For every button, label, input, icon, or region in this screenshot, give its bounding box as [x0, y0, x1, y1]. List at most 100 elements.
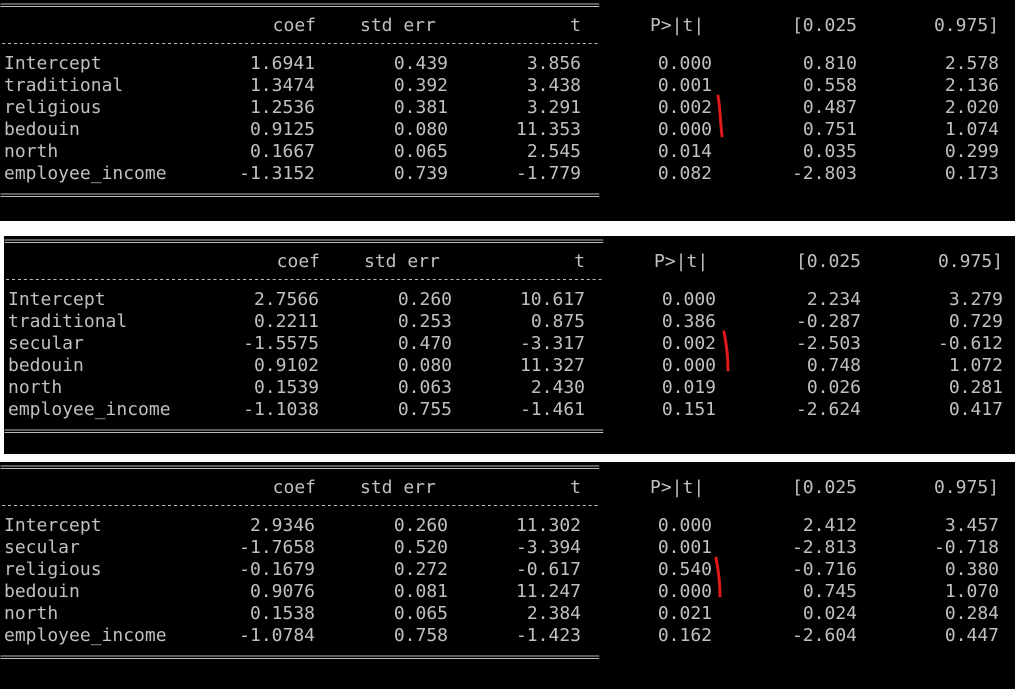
ci-low-value: 0.748 — [806, 355, 861, 376]
row-label: religious — [4, 559, 102, 580]
std-err-value: 0.065 — [393, 141, 448, 162]
p-value: 0.002 — [657, 97, 712, 118]
t-value: 11.247 — [515, 581, 581, 602]
ci-high-value: 2.020 — [944, 97, 999, 118]
table-row: bedouin 0.9125 0.080 11.353 0.000 0.751 1.074 — [0, 119, 1015, 141]
ci-high-value: 1.070 — [944, 581, 999, 602]
t-value: 2.545 — [526, 141, 581, 162]
p-value: 0.021 — [657, 603, 712, 624]
row-label: bedouin — [8, 355, 84, 376]
ci-high-value: 0.281 — [948, 377, 1003, 398]
coef-value: 1.3474 — [249, 75, 315, 96]
header-std-err: std err — [360, 15, 436, 36]
ci-low-value: 0.487 — [802, 97, 857, 118]
t-value: 3.438 — [526, 75, 581, 96]
header-coef: coef — [276, 251, 320, 272]
ci-low-value: -2.813 — [791, 537, 857, 558]
p-value: 0.000 — [657, 119, 712, 140]
std-err-value: 0.065 — [393, 603, 448, 624]
terminal-output-2: ========================================… — [4, 236, 1015, 437]
row-label: north — [4, 141, 59, 162]
ci-high-value: 0.447 — [944, 625, 999, 646]
header-t: t — [570, 15, 581, 36]
ci-low-value: 0.035 — [802, 141, 857, 162]
ci-low-value: -2.503 — [795, 333, 861, 354]
std-err-value: 0.381 — [393, 97, 448, 118]
std-err-value: 0.392 — [393, 75, 448, 96]
header-coef: coef — [272, 15, 316, 36]
header-ci-high: 0.975] — [933, 15, 999, 36]
table-row: Intercept 2.7566 0.260 10.617 0.000 2.234 3.27… — [4, 289, 1015, 311]
std-err-value: 0.755 — [397, 399, 452, 420]
coef-value: 0.9102 — [253, 355, 319, 376]
table-row: employee_income -1.0784 0.758 -1.423 0.162 -2… — [0, 625, 1015, 647]
table-row: employee_income -1.3152 0.739 -1.779 0.082 -2… — [0, 163, 1015, 185]
t-value: 11.353 — [515, 119, 581, 140]
p-value: 0.162 — [657, 625, 712, 646]
std-err-value: 0.081 — [393, 581, 448, 602]
row-label: employee_income — [4, 163, 167, 184]
p-value: 0.000 — [657, 53, 712, 74]
coef-value: 1.2536 — [249, 97, 315, 118]
coef-value: 0.1667 — [249, 141, 315, 162]
t-value: -1.461 — [519, 399, 585, 420]
ci-high-value: -0.612 — [937, 333, 1003, 354]
red-annotation-mark-1 — [716, 94, 724, 138]
ci-low-value: -2.624 — [795, 399, 861, 420]
t-value: 2.430 — [530, 377, 585, 398]
coef-value: -1.7658 — [239, 537, 315, 558]
regression-table-1: ========================================… — [0, 0, 1015, 221]
p-value: 0.019 — [661, 377, 716, 398]
p-value: 0.014 — [657, 141, 712, 162]
ci-high-value: 0.417 — [948, 399, 1003, 420]
coef-value: -1.3152 — [239, 163, 315, 184]
ci-low-value: 2.412 — [802, 515, 857, 536]
ci-high-value: 2.578 — [944, 53, 999, 74]
ci-high-value: 3.279 — [948, 289, 1003, 310]
top-rule: ========================================… — [4, 236, 604, 247]
header-ci-low: [0.025 — [795, 251, 861, 272]
table-row: religious 1.2536 0.381 3.291 0.002 0.487 2.020 — [0, 97, 1015, 119]
header-divider: ----------------------------------------… — [0, 38, 600, 49]
ci-low-value: 0.024 — [802, 603, 857, 624]
t-value: 3.856 — [526, 53, 581, 74]
ci-low-value: 0.558 — [802, 75, 857, 96]
ci-high-value: 1.074 — [944, 119, 999, 140]
table-row: employee_income -1.1038 0.755 -1.461 0.151 -2… — [4, 399, 1015, 421]
ci-low-value: -0.287 — [795, 311, 861, 332]
ci-low-value: 0.745 — [802, 581, 857, 602]
row-label: Intercept — [4, 515, 102, 536]
header-row: coef std err t P>|t| [0.025 0.975] — [0, 477, 1015, 499]
table-body: Intercept 1.6941 0.439 3.856 0.000 0.810 2.578… — [0, 53, 1015, 185]
table-row: secular -1.5575 0.470 -3.317 0.002 -2.503 -0.6… — [4, 333, 1015, 355]
header-p-value: P>|t| — [650, 477, 705, 498]
ci-high-value: 1.072 — [948, 355, 1003, 376]
table-row: secular -1.7658 0.520 -3.394 0.001 -2.813 -0.7… — [0, 537, 1015, 559]
red-annotation-mark-2 — [722, 330, 730, 372]
ci-high-value: -0.718 — [933, 537, 999, 558]
ci-high-value: 0.729 — [948, 311, 1003, 332]
ci-high-value: 0.380 — [944, 559, 999, 580]
ci-low-value: 2.234 — [806, 289, 861, 310]
t-value: 11.327 — [519, 355, 585, 376]
ci-high-value: 3.457 — [944, 515, 999, 536]
row-label: traditional — [8, 311, 128, 332]
red-annotation-mark-3 — [714, 556, 722, 598]
p-value: 0.000 — [657, 581, 712, 602]
coef-value: 0.9125 — [249, 119, 315, 140]
std-err-value: 0.439 — [393, 53, 448, 74]
coef-value: 0.1538 — [249, 603, 315, 624]
p-value: 0.001 — [657, 537, 712, 558]
coef-value: 2.9346 — [249, 515, 315, 536]
ci-high-value: 2.136 — [944, 75, 999, 96]
p-value: 0.001 — [657, 75, 712, 96]
table-row: Intercept 1.6941 0.439 3.856 0.000 0.810 2.578 — [0, 53, 1015, 75]
t-value: -1.423 — [515, 625, 581, 646]
std-err-value: 0.260 — [393, 515, 448, 536]
row-label: Intercept — [8, 289, 106, 310]
header-row: coef std err t P>|t| [0.025 0.975] — [0, 15, 1015, 37]
bottom-rule: ========================================… — [4, 426, 604, 437]
t-value: -3.394 — [515, 537, 581, 558]
p-value: 0.386 — [661, 311, 716, 332]
row-label: Intercept — [4, 53, 102, 74]
